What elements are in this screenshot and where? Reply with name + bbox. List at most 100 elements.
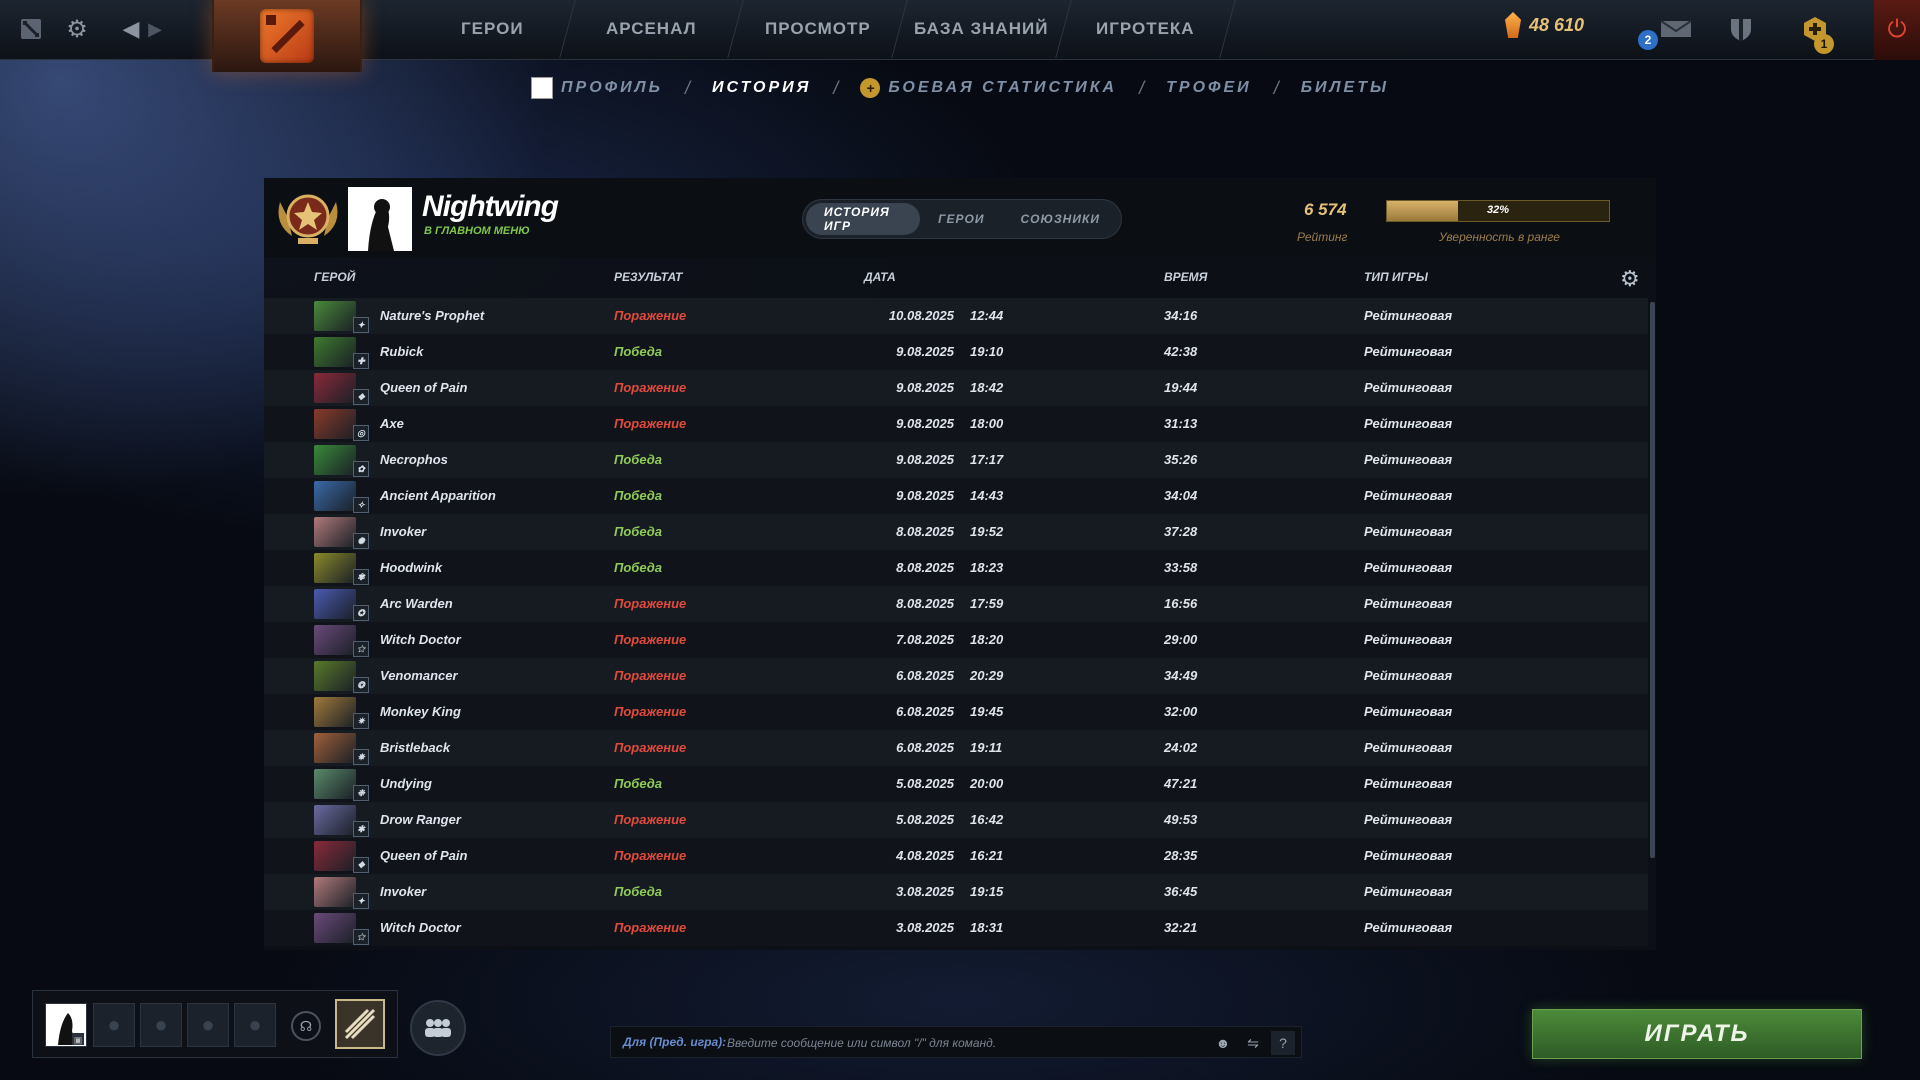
col-hero[interactable]: ГЕРОЙ: [314, 270, 355, 284]
dota-menu-icon[interactable]: [16, 14, 46, 44]
table-row[interactable]: ✱ Drow Ranger Поражение 5.08.2025 16:42 …: [264, 802, 1648, 838]
nav-learn[interactable]: БАЗА ЗНАНИЙ: [892, 0, 1072, 58]
col-game-type[interactable]: ТИП ИГРЫ: [1364, 270, 1428, 284]
tab-match-history[interactable]: ИСТОРИЯ ИГР: [806, 203, 921, 235]
match-duration: 32:21: [1164, 920, 1198, 935]
table-row[interactable]: ✦ Invoker Победа 3.08.2025 19:15 36:45 Р…: [264, 874, 1648, 910]
table-row[interactable]: ✧ Ancient Apparition Победа 9.08.2025 14…: [264, 478, 1648, 514]
match-duration: 31:13: [1164, 416, 1198, 431]
hero-role-icon: ✺: [353, 533, 369, 549]
tab-heroes[interactable]: ГЕРОИ: [920, 203, 1002, 235]
match-game-type: Рейтинговая: [1364, 776, 1453, 791]
table-row[interactable]: ❖ Queen of Pain Поражение 4.08.2025 16:2…: [264, 838, 1648, 874]
party-bar: ▣ ● ● ● ● ☊: [32, 990, 398, 1058]
shard-icon: [1505, 12, 1521, 38]
match-date: 6.08.2025: [896, 668, 954, 683]
find-party-icon[interactable]: [410, 1000, 466, 1056]
table-row[interactable]: ✦ Nature's Prophet Поражение 10.08.2025 …: [264, 298, 1648, 334]
match-duration: 49:53: [1164, 812, 1198, 827]
table-row[interactable]: ◎ Axe Поражение 9.08.2025 18:00 31:13 Ре…: [264, 406, 1648, 442]
play-button[interactable]: ИГРАТЬ: [1532, 1009, 1862, 1059]
chat-wheel-icon[interactable]: ⇋: [1241, 1031, 1265, 1055]
hero-portrait: [314, 337, 356, 367]
voice-headset-icon[interactable]: ☊: [291, 1011, 321, 1041]
party-slot-self[interactable]: ▣: [45, 1003, 87, 1047]
help-icon[interactable]: ?: [1271, 1031, 1295, 1055]
party-slot-empty[interactable]: ●: [140, 1003, 182, 1047]
table-row[interactable]: ❉ Undying Победа 5.08.2025 20:00 47:21 Р…: [264, 766, 1648, 802]
battle-pass-icon[interactable]: [335, 999, 385, 1049]
match-game-type: Рейтинговая: [1364, 740, 1453, 755]
hero-portrait: [314, 769, 356, 799]
main-nav: ГЕРОИ АРСЕНАЛ ПРОСМОТР БАЗА ЗНАНИЙ ИГРОТ…: [410, 0, 1236, 58]
table-row[interactable]: ✺ Invoker Победа 8.08.2025 19:52 37:28 Р…: [264, 514, 1648, 550]
forward-arrow-icon[interactable]: ▶: [140, 14, 170, 44]
hero-portrait: [314, 805, 356, 835]
match-game-type: Рейтинговая: [1364, 416, 1453, 431]
dota-logo-home-button[interactable]: [212, 0, 362, 72]
match-date: 8.08.2025: [896, 560, 954, 575]
settings-gear-icon[interactable]: ⚙: [62, 14, 92, 44]
hero-portrait: [314, 301, 356, 331]
mail-icon[interactable]: [1656, 14, 1696, 44]
subnav-separator: /: [1273, 77, 1279, 98]
match-result: Победа: [614, 344, 662, 359]
hero-role-icon: ◎: [353, 425, 369, 441]
match-clock: 16:42: [970, 812, 1004, 827]
power-exit-icon[interactable]: ⏻: [1874, 0, 1920, 60]
table-row[interactable]: ✾ Hoodwink Победа 8.08.2025 18:23 33:58 …: [264, 550, 1648, 586]
match-result: Победа: [614, 776, 662, 791]
subnav-history[interactable]: ИСТОРИЯ: [698, 79, 825, 97]
table-row[interactable]: ✩ Witch Doctor Поражение 7.08.2025 18:20…: [264, 622, 1648, 658]
nav-armory[interactable]: АРСЕНАЛ: [560, 0, 744, 58]
nav-watch[interactable]: ПРОСМОТР: [728, 0, 908, 58]
table-row[interactable]: ❂ Venomancer Поражение 6.08.2025 20:29 3…: [264, 658, 1648, 694]
player-avatar[interactable]: [348, 187, 412, 251]
hero-name: Hoodwink: [380, 560, 443, 575]
subnav-combat-stats[interactable]: + БОЕВАЯ СТАТИСТИКА: [846, 78, 1131, 98]
match-clock: 14:43: [970, 488, 1004, 503]
hero-role-icon: ✚: [353, 353, 369, 369]
table-settings-gear-icon[interactable]: ⚙: [1620, 266, 1640, 292]
match-result: Победа: [614, 452, 662, 467]
table-row[interactable]: ❖ Queen of Pain Поражение 9.08.2025 18:4…: [264, 370, 1648, 406]
hero-name: Nature's Prophet: [380, 308, 485, 323]
notification-count-badge: 1: [1814, 34, 1834, 54]
party-slot-empty[interactable]: ●: [234, 1003, 276, 1047]
match-clock: 19:45: [970, 704, 1004, 719]
chat-input[interactable]: [727, 1031, 1207, 1055]
chat-channel-label[interactable]: Для (Пред. игра):: [623, 1035, 726, 1049]
party-slot-empty[interactable]: ●: [187, 1003, 229, 1047]
rank-confidence-label: Уверенность в ранге: [1439, 230, 1560, 244]
party-slot-empty[interactable]: ●: [93, 1003, 135, 1047]
table-row[interactable]: ✚ Rubick Победа 9.08.2025 19:10 42:38 Ре…: [264, 334, 1648, 370]
table-header: ГЕРОЙ РЕЗУЛЬТАТ ДАТА ВРЕМЯ ТИП ИГРЫ ⚙: [264, 260, 1656, 296]
subnav-trophies[interactable]: ТРОФЕИ: [1152, 79, 1266, 97]
col-date[interactable]: ДАТА: [864, 270, 896, 284]
subnav-profile[interactable]: ПРОФИЛЬ: [517, 77, 677, 99]
col-result[interactable]: РЕЗУЛЬТАТ: [614, 270, 682, 284]
table-row[interactable]: ✩ Witch Doctor Поражение 3.08.2025 18:31…: [264, 910, 1648, 946]
nav-heroes[interactable]: ГЕРОИ: [410, 0, 576, 58]
shards-currency[interactable]: 48 610: [1505, 12, 1584, 38]
match-date: 4.08.2025: [896, 848, 954, 863]
emoji-icon[interactable]: ☻: [1211, 1031, 1235, 1055]
nav-arcade[interactable]: ИГРОТЕКА: [1056, 0, 1236, 58]
match-result: Поражение: [614, 740, 687, 755]
match-game-type: Рейтинговая: [1364, 632, 1453, 647]
table-row[interactable]: ✵ Bristleback Поражение 6.08.2025 19:11 …: [264, 730, 1648, 766]
table-row[interactable]: ✪ Arc Warden Поражение 8.08.2025 17:59 1…: [264, 586, 1648, 622]
subnav-tickets[interactable]: БИЛЕТЫ: [1287, 79, 1403, 97]
match-game-type: Рейтинговая: [1364, 380, 1453, 395]
match-date: 3.08.2025: [896, 920, 954, 935]
hero-name: Axe: [380, 416, 404, 431]
table-row[interactable]: ✿ Necrophos Победа 9.08.2025 17:17 35:26…: [264, 442, 1648, 478]
match-game-type: Рейтинговая: [1364, 848, 1453, 863]
col-time[interactable]: ВРЕМЯ: [1164, 270, 1207, 284]
scrollbar[interactable]: [1650, 302, 1655, 858]
table-row[interactable]: ✷ Monkey King Поражение 6.08.2025 19:45 …: [264, 694, 1648, 730]
tab-allies[interactable]: СОЮЗНИКИ: [1002, 203, 1118, 235]
match-date: 9.08.2025: [896, 452, 954, 467]
armory-shield-icon[interactable]: [1726, 14, 1756, 44]
hero-role-icon: ✱: [353, 821, 369, 837]
